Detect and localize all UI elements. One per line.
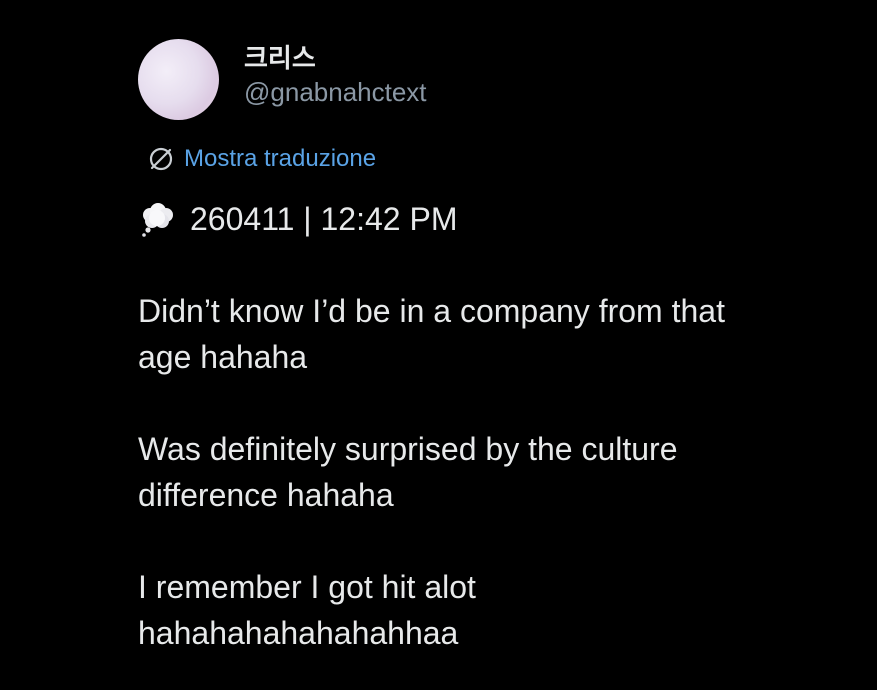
tweet: 크리스 @gnabnahctext Mostra traduzione 2604…: [138, 38, 858, 656]
post-paragraph: Didn’t know I’d be in a company from tha…: [138, 288, 858, 380]
show-translation-link[interactable]: Mostra traduzione: [146, 142, 858, 176]
post-timestamp-line: 260411 | 12:42 PM: [138, 198, 858, 240]
thought-cloud-icon: [138, 198, 176, 240]
display-name[interactable]: 크리스: [244, 41, 427, 75]
post-text-line: age hahaha: [138, 339, 308, 375]
avatar[interactable]: [138, 38, 219, 120]
post-text-line: hahahahahahahahhaa: [138, 615, 459, 651]
show-translation-label: Mostra traduzione: [184, 145, 377, 172]
author-names: 크리스 @gnabnahctext: [244, 41, 427, 109]
post-text-line: Was definitely surprised by the culture: [138, 431, 678, 467]
translate-globe-icon: [146, 144, 176, 174]
post-text-line: I remember I got hit alot: [138, 569, 476, 605]
post-text-line: difference hahaha: [138, 477, 394, 513]
post-paragraph: I remember I got hit alot hahahahahahaha…: [138, 564, 858, 656]
post-text-line: Didn’t know I’d be in a company from tha…: [138, 293, 725, 329]
post-timestamp-text: 260411 | 12:42 PM: [190, 201, 458, 237]
user-handle[interactable]: @gnabnahctext: [244, 75, 427, 109]
post-paragraph: Was definitely surprised by the culture …: [138, 426, 858, 518]
tweet-header: 크리스 @gnabnahctext: [138, 38, 858, 120]
